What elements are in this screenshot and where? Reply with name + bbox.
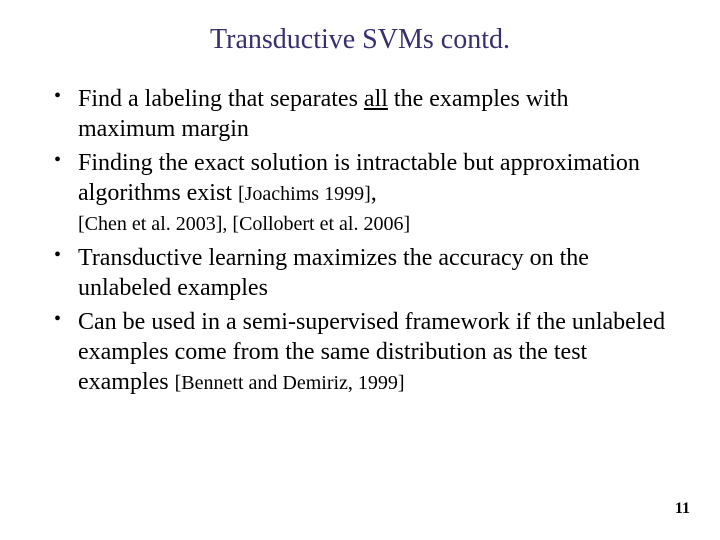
page-number: 11 [675,500,690,518]
citation-block: [Chen et al. 2003], [Collobert et al. 20… [50,212,670,237]
citation: [Joachims 1999] [238,183,371,205]
bullet-list: Find a labeling that separates all the e… [50,84,670,208]
citation: [Bennett and Demiriz, 1999] [175,372,405,394]
slide-title: Transductive SVMs contd. [50,24,670,56]
bullet-text: Find a labeling that separates [78,86,364,112]
slide: Transductive SVMs contd. Find a labeling… [0,0,720,397]
bullet-item: Transductive learning maximizes the accu… [50,243,670,303]
bullet-item: Can be used in a semi-supervised framewo… [50,307,670,397]
bullet-text: Transductive learning maximizes the accu… [78,245,589,301]
bullet-text-underline: all [364,86,388,112]
bullet-list: Transductive learning maximizes the accu… [50,243,670,397]
bullet-text: , [371,180,377,206]
bullet-item: Finding the exact solution is intractabl… [50,148,670,208]
bullet-item: Find a labeling that separates all the e… [50,84,670,144]
